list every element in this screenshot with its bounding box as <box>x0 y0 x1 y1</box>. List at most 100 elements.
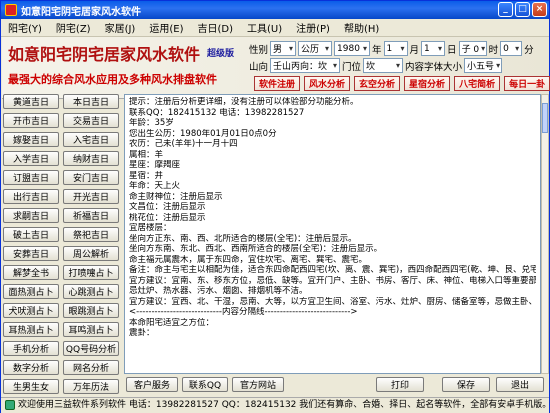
left-button[interactable]: 黄道吉日 <box>3 94 59 109</box>
left-button[interactable]: 交易吉日 <box>63 113 119 128</box>
left-button[interactable]: 嫁娶吉日 <box>3 132 59 147</box>
font-size-label: 内容字体大小 <box>405 61 463 73</box>
official-site-button[interactable]: 官方网站 <box>232 377 284 392</box>
status-text: 欢迎使用三益软件系列软件 电话：13982281527 QQ：182415132… <box>18 400 549 410</box>
fengshui-analysis-button[interactable]: 风水分析 <box>304 76 351 91</box>
bottom-button-bar: 客户服务 联系QQ 官方网站 打印 保存 退出 <box>124 377 549 393</box>
day-label: 日 <box>447 44 457 56</box>
left-button[interactable]: 万年历法 <box>63 379 119 394</box>
customer-service-button[interactable]: 客户服务 <box>126 377 178 392</box>
close-button[interactable]: × <box>532 2 547 17</box>
maximize-button[interactable]: □ <box>515 2 530 17</box>
left-button-panel: 黄道吉日 本日吉日 开市吉日 交易吉日 嫁娶吉日 入宅吉日 入学吉日 纳财吉日 … <box>3 94 121 396</box>
left-button[interactable]: 手机分析 <box>3 341 59 356</box>
minute-select[interactable]: 0 <box>500 41 523 56</box>
content-line: 属相：羊 <box>129 149 164 160</box>
content-line: 坐向方正东、南、西、北所适合的楼层(全宅)：注册后显示。 <box>129 233 357 244</box>
vertical-scrollbar[interactable] <box>541 94 549 374</box>
register-button[interactable]: 软件注册 <box>254 76 301 91</box>
left-button[interactable]: 面热测占卜 <box>3 284 59 299</box>
hour-select[interactable]: 子 0 <box>458 41 487 56</box>
month-select[interactable]: 1 <box>383 41 408 56</box>
print-button[interactable]: 打印 <box>376 377 424 392</box>
minimize-button[interactable]: _ <box>498 2 513 17</box>
xuankong-analysis-button[interactable]: 玄空分析 <box>354 76 401 91</box>
content-line: 宜居楼层： <box>129 223 172 233</box>
left-button[interactable]: 求嗣吉日 <box>3 208 59 223</box>
left-button[interactable]: 入宅吉日 <box>63 132 119 147</box>
menu-help[interactable]: 帮助(H) <box>337 20 386 35</box>
content-line: 命主福元属震木，属于东四命，宜住坎宅、离宅、巽宅、震宅。 <box>129 254 368 265</box>
left-button[interactable]: 生男生女 <box>3 379 59 394</box>
bazhai-analysis-button[interactable]: 八宅简析 <box>454 76 501 91</box>
left-button[interactable]: 耳热测占卜 <box>3 322 59 337</box>
font-size-select[interactable]: 小五号 <box>464 58 503 73</box>
left-button[interactable]: 犬吠测占卜 <box>3 303 59 318</box>
save-button[interactable]: 保存 <box>442 377 490 392</box>
content-line: 震卦： <box>129 328 155 338</box>
left-button[interactable]: 心跳测占卜 <box>63 284 119 299</box>
banner-version: 超级版 <box>207 49 235 59</box>
title-bar[interactable]: 如意阳宅阴宅居家风水软件 _ □ × <box>1 1 549 19</box>
content-line: 星宿：井 <box>129 170 164 181</box>
left-button[interactable]: 破土吉日 <box>3 227 59 242</box>
birth-controls: 性别 男 公历 1980 年 1 月 1 日 子 0 时 0 分 <box>249 41 534 56</box>
scrollbar-thumb[interactable] <box>542 103 548 133</box>
banner: 如意阳宅阴宅居家风水软件 超级版 最强大的综合风水应用及多种风水排盘软件 性别 … <box>2 37 550 99</box>
daily-gua-button[interactable]: 每日一卦 <box>504 76 550 91</box>
left-button[interactable]: 开市吉日 <box>3 113 59 128</box>
banner-title: 如意阳宅阴宅居家风水软件 <box>8 45 201 64</box>
menu-jiaju[interactable]: 家居(J) <box>98 20 143 35</box>
left-button[interactable]: 数字分析 <box>3 360 59 375</box>
left-button[interactable]: 本日吉日 <box>63 94 119 109</box>
content-line: 宜方建议：宜西、北、干湿，忌南、大等，以方宜卫生间、浴室、污水、灶炉、厨房、储备… <box>129 296 536 307</box>
menu-yunyong[interactable]: 运用(E) <box>142 20 190 35</box>
content-line: 年龄：35岁 <box>129 118 174 128</box>
left-button[interactable]: 网名分析 <box>63 360 119 375</box>
left-button[interactable]: 安门吉日 <box>63 170 119 185</box>
exit-button[interactable]: 退出 <box>496 377 544 392</box>
contact-qq-button[interactable]: 联系QQ <box>182 377 228 392</box>
analysis-text-area[interactable]: 提示：注册后分析更详细，没有注册可以体验部分功能分析。 联系QQ：1824151… <box>124 94 541 374</box>
door-label: 门位 <box>342 61 362 73</box>
left-button[interactable]: 订盟吉日 <box>3 170 59 185</box>
menu-jiri[interactable]: 吉日(D) <box>190 20 240 35</box>
left-button[interactable]: 开光吉日 <box>63 189 119 204</box>
left-button[interactable]: 耳鸣测占卜 <box>63 322 119 337</box>
left-button[interactable]: QQ号码分析 <box>63 341 119 356</box>
menu-tools[interactable]: 工具(U) <box>240 20 289 35</box>
app-window: 如意阳宅阴宅居家风水软件 _ □ × 阳宅(Y) 阴宅(Z) 家居(J) 运用(… <box>0 0 550 413</box>
month-label: 月 <box>409 44 420 56</box>
left-button[interactable]: 纳财吉日 <box>63 151 119 166</box>
direction-controls: 山向 壬山丙向：坎 门位 坎 内容字体大小 小五号 <box>249 58 503 73</box>
hour-label: 时 <box>488 44 499 56</box>
content-line: 备注：命主与宅主以相配为佳，适合东四命配西四宅(坎、离、震、巽宅)，西四命配西四… <box>129 265 536 275</box>
xingxiu-analysis-button[interactable]: 星宿分析 <box>404 76 451 91</box>
year-select[interactable]: 1980 <box>334 41 371 56</box>
menu-yangzhai[interactable]: 阳宅(Y) <box>1 20 49 35</box>
calendar-select[interactable]: 公历 <box>298 41 333 56</box>
door-select[interactable]: 坎 <box>363 58 404 73</box>
left-button[interactable]: 打喷嚏占卜 <box>63 265 119 280</box>
content-line: 坐向方东南、东北、西北、西南所适合的楼层(全宅)：注册后显示。 <box>129 244 383 254</box>
gender-select[interactable]: 男 <box>270 41 297 56</box>
menu-register[interactable]: 注册(P) <box>289 20 337 35</box>
content-line: 提示：注册后分析更详细，没有注册可以体验部分功能分析。 <box>129 97 359 107</box>
left-button[interactable]: 解梦全书 <box>3 265 59 280</box>
left-button[interactable]: 祭祀吉日 <box>63 227 119 242</box>
left-button[interactable]: 祈福吉日 <box>63 208 119 223</box>
left-button[interactable]: 周公解析 <box>63 246 119 261</box>
left-button[interactable]: 眼跳测占卜 <box>63 303 119 318</box>
content-line: 星座：摩羯座 <box>129 160 181 170</box>
menu-yinzhai[interactable]: 阴宅(Z) <box>49 20 98 35</box>
day-select[interactable]: 1 <box>421 41 446 56</box>
status-icon <box>5 399 15 410</box>
content-line: 您出生公历：1980年01月01日0点0分 <box>129 128 277 139</box>
tool-buttons: 软件注册 风水分析 玄空分析 星宿分析 八宅简析 每日一卦 <box>254 76 550 91</box>
content-line: 联系QQ：182415132 电话：13982281527 <box>129 107 305 118</box>
left-button[interactable]: 入学吉日 <box>3 151 59 166</box>
left-button[interactable]: 安葬吉日 <box>3 246 59 261</box>
mountain-select[interactable]: 壬山丙向：坎 <box>270 58 341 73</box>
menu-bar: 阳宅(Y) 阴宅(Z) 家居(J) 运用(E) 吉日(D) 工具(U) 注册(P… <box>1 19 549 37</box>
left-button[interactable]: 出行吉日 <box>3 189 59 204</box>
